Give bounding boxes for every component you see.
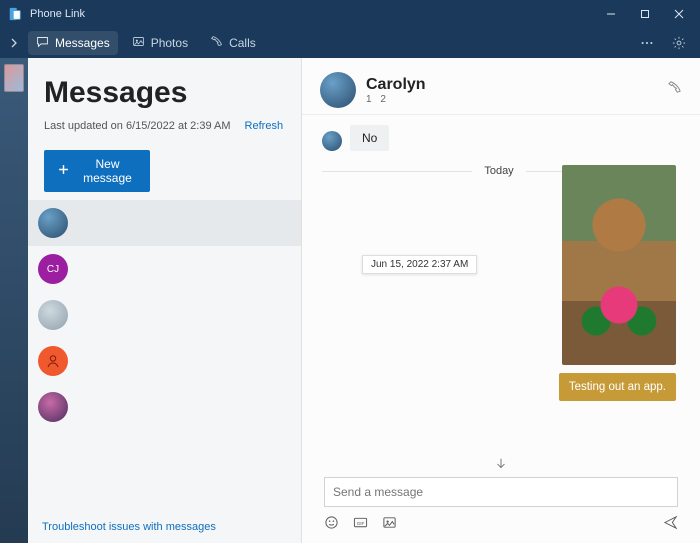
image-button[interactable] [382,515,397,535]
tab-label: Calls [229,36,256,50]
timestamp-tooltip: Jun 15, 2022 2:37 AM [362,255,477,274]
maximize-button[interactable] [628,0,662,28]
date-label: Today [484,165,513,177]
back-button[interactable] [4,38,22,48]
tab-label: Messages [55,36,110,50]
tab-calls[interactable]: Calls [202,31,264,55]
chat-icon [36,35,49,51]
settings-button[interactable] [666,36,692,50]
avatar [322,131,342,151]
avatar [38,300,68,330]
tab-messages[interactable]: Messages [28,31,118,55]
cactus-photo [562,165,676,365]
device-thumb[interactable] [4,64,24,92]
message-input[interactable] [333,485,669,499]
svg-text:GIF: GIF [357,521,365,526]
contact-name: Carolyn [366,76,426,94]
photo-icon [132,35,145,51]
composer-toolbar: GIF [302,513,700,543]
title-bar: Phone Link [0,0,700,28]
device-strip [0,58,28,543]
send-button[interactable] [663,515,678,535]
last-updated: Last updated on 6/15/2022 at 2:39 AM [44,120,231,132]
app-title: Phone Link [30,8,85,20]
new-message-button[interactable]: New message [44,150,150,192]
conversation-item[interactable] [28,292,301,338]
minimize-button[interactable] [594,0,628,28]
person-icon [45,353,61,369]
outgoing-message[interactable]: Testing out an app. [559,373,676,401]
tab-label: Photos [151,36,188,50]
avatar [38,208,68,238]
conversation-item[interactable] [28,384,301,430]
message-composer[interactable] [324,477,678,507]
chat-body: No Today Jun 15, 2022 2:37 AM Testing ou… [302,115,700,457]
conversation-item[interactable] [28,200,301,246]
conversation-item[interactable]: CJ [28,246,301,292]
avatar [38,392,68,422]
outgoing-image[interactable] [562,165,676,365]
refresh-link[interactable]: Refresh [245,120,284,132]
avatar-initials: CJ [47,264,59,275]
app-icon [8,7,22,21]
tab-photos[interactable]: Photos [124,31,196,55]
scroll-down-button[interactable] [302,457,700,473]
troubleshoot-link[interactable]: Troubleshoot issues with messages [28,512,301,543]
new-message-label: New message [79,157,136,185]
conversation-item[interactable] [28,338,301,384]
contact-avatar[interactable] [320,72,356,108]
contact-phone: 1 2 [366,94,426,105]
conversation-list: CJ [28,200,301,512]
chat-panel: Carolyn 1 2 No Today Jun 15, 2022 2:37 A… [302,58,700,543]
avatar: CJ [38,254,68,284]
gif-button[interactable]: GIF [353,515,368,535]
more-button[interactable] [634,36,660,50]
chat-header: Carolyn 1 2 [302,58,700,115]
phone-icon [210,35,223,51]
call-button[interactable] [667,80,682,100]
toolbar: Messages Photos Calls [0,28,700,58]
plus-icon [58,164,69,178]
emoji-button[interactable] [324,515,339,535]
message-bubble[interactable]: No [350,125,389,151]
avatar [38,346,68,376]
close-button[interactable] [662,0,696,28]
sidebar: Messages Last updated on 6/15/2022 at 2:… [28,58,302,543]
page-title: Messages [44,76,285,110]
incoming-message: No [322,125,676,151]
